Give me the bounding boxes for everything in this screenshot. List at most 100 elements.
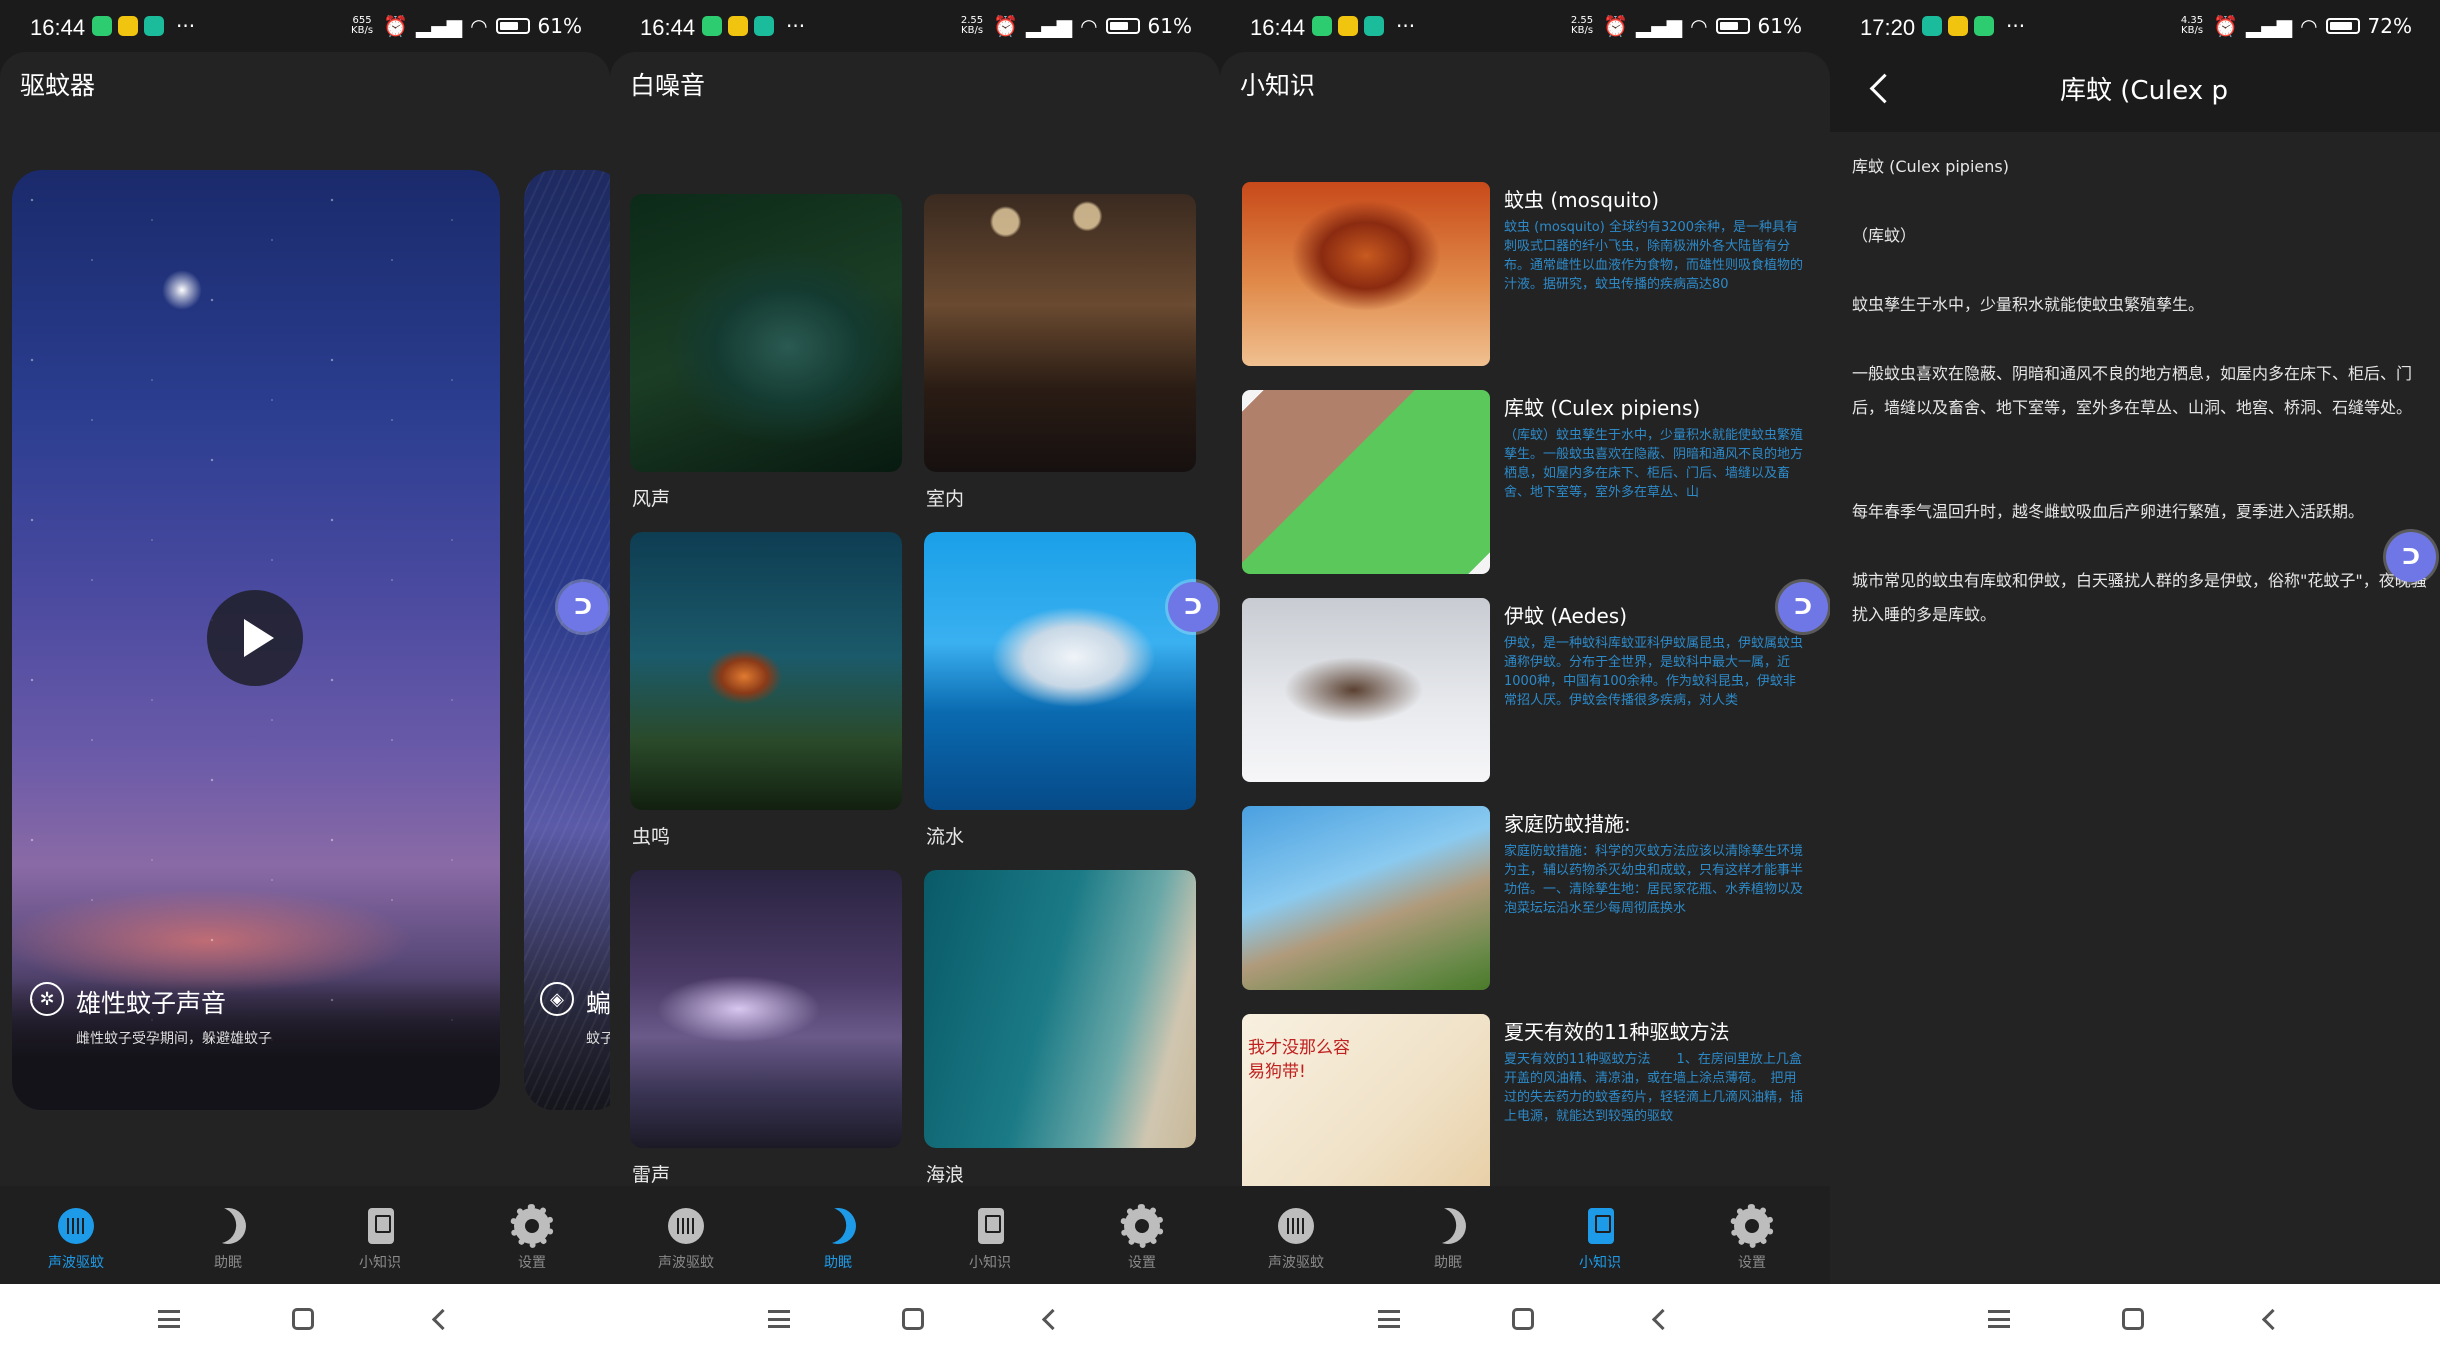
- alarm-icon: ⏰: [383, 14, 408, 38]
- recents-icon[interactable]: [1378, 1310, 1400, 1328]
- recents-icon[interactable]: [1988, 1310, 2010, 1328]
- nav-item-sonic[interactable]: 声波驱蚊: [610, 1196, 762, 1276]
- screens: 16:44 ··· 655 KB/s ⏰ ▂▄▆ ◠ 61% 驱蚊器 ✲ 雄性蚊…: [0, 0, 2440, 1356]
- status-right: 2.55 KB/s ⏰ ▂▄▆ ◠ 61%: [1569, 14, 1802, 38]
- home-icon[interactable]: [902, 1308, 924, 1330]
- sound-wave-icon: [1278, 1208, 1314, 1244]
- status-time: 16:44: [1250, 15, 1306, 40]
- home-icon[interactable]: [292, 1308, 314, 1330]
- book-icon: [368, 1208, 394, 1244]
- back-icon[interactable]: [1650, 1310, 1668, 1328]
- phone-screen-knowledge: 16:44 ··· 2.55 KB/s ⏰ ▂▄▆ ◠ 61% 小知识 蚊虫 (…: [1220, 0, 1830, 1356]
- gear-icon: [510, 1204, 554, 1248]
- nav-item-sleep[interactable]: 助眠: [1372, 1196, 1524, 1276]
- signal-icon: ▂▄▆: [415, 14, 463, 38]
- tile-label: 海浪: [926, 1164, 965, 1186]
- book-icon: [1588, 1208, 1614, 1244]
- nav-item-settings[interactable]: 设置: [1066, 1196, 1218, 1276]
- floating-assistant-button[interactable]: ᑐ: [1778, 582, 1828, 632]
- floating-assistant-button[interactable]: ᑐ: [2386, 532, 2436, 582]
- nav-item-settings[interactable]: 设置: [1676, 1196, 1828, 1276]
- status-time: 17:20: [1860, 15, 1916, 40]
- nav-label: 小知识: [1579, 1255, 1621, 1271]
- noise-tile-waves[interactable]: [924, 870, 1196, 1148]
- battery-icon: [1105, 18, 1140, 34]
- nav-item-settings[interactable]: 设置: [456, 1196, 608, 1276]
- article-title: 库蚊 (Culex pipiens): [1504, 396, 1701, 420]
- back-button[interactable]: [1864, 68, 1894, 108]
- network-speed: 4.35 KB/s: [2180, 15, 2204, 36]
- nav-item-sleep[interactable]: 助眠: [152, 1196, 304, 1276]
- battery-percent: 61%: [1147, 14, 1192, 38]
- article-paragraph: 一般蚊虫喜欢在隐蔽、阴暗和通风不良的地方栖息，如屋内多在床下、柜后、门后，墙缝以…: [1852, 364, 2413, 417]
- nav-item-sleep[interactable]: 助眠: [762, 1196, 914, 1276]
- recents-icon[interactable]: [158, 1310, 180, 1328]
- bottom-nav: 声波驱蚊 助眠 小知识 设置: [0, 1186, 610, 1284]
- nav-item-sonic[interactable]: 声波驱蚊: [0, 1196, 152, 1276]
- status-right: 655 KB/s ⏰ ▂▄▆ ◠ 61%: [349, 14, 582, 38]
- app-notification-icon: [754, 16, 774, 36]
- noise-tile-insects[interactable]: [630, 532, 902, 810]
- play-button[interactable]: [207, 590, 303, 686]
- nav-label: 设置: [1128, 1255, 1156, 1271]
- noise-tile-indoor[interactable]: [924, 194, 1196, 472]
- article-image-caption: 我才没那么容易狗带!: [1248, 1038, 1350, 1082]
- tile-image: [924, 194, 1196, 472]
- article-title: 夏天有效的11种驱蚊方法: [1504, 1020, 1730, 1044]
- home-icon[interactable]: [2122, 1308, 2144, 1330]
- battery-percent: 72%: [2367, 14, 2412, 38]
- signal-icon: ▂▄▆: [1635, 14, 1683, 38]
- moon-icon: [205, 1203, 251, 1249]
- article-summary: 家庭防蚊措施：科学的灭蚊方法应该以清除孳生环境为主，辅以药物杀灭幼虫和成蚊，只有…: [1504, 844, 1804, 916]
- book-icon: [978, 1208, 1004, 1244]
- bottom-nav: 声波驱蚊 助眠 小知识 设置: [1220, 1186, 1830, 1284]
- status-right: 4.35 KB/s ⏰ ▂▄▆ ◠ 72%: [2179, 14, 2412, 38]
- nav-item-knowledge[interactable]: 小知识: [914, 1196, 1066, 1276]
- wifi-icon: ◠: [2300, 14, 2318, 38]
- page-title: 白噪音: [630, 71, 706, 100]
- back-icon[interactable]: [1040, 1310, 1058, 1328]
- nav-item-sonic[interactable]: 声波驱蚊: [1220, 1196, 1372, 1276]
- status-notification-icons: ···: [92, 16, 195, 36]
- status-time: 16:44: [640, 15, 696, 40]
- sound-card-male-mosquito[interactable]: ✲ 雄性蚊子声音 雌性蚊子受孕期间，躲避雄蚊子: [12, 170, 500, 1110]
- back-icon[interactable]: [2260, 1310, 2278, 1328]
- floating-assistant-button[interactable]: ᑐ: [558, 582, 608, 632]
- status-bar: 16:44 ··· 655 KB/s ⏰ ▂▄▆ ◠ 61%: [0, 0, 610, 56]
- wifi-icon: ◠: [470, 14, 488, 38]
- system-nav-bar: [610, 1284, 1220, 1356]
- home-icon[interactable]: [1512, 1308, 1534, 1330]
- recents-icon[interactable]: [768, 1310, 790, 1328]
- battery-icon: [2325, 18, 2360, 34]
- nav-label: 助眠: [1434, 1255, 1462, 1271]
- noise-tile-thunder[interactable]: [630, 870, 902, 1148]
- gear-icon: [1730, 1204, 1774, 1248]
- bat-icon: ◈: [540, 982, 574, 1016]
- nav-label: 声波驱蚊: [1268, 1255, 1324, 1271]
- wechat-icon: [1974, 16, 1994, 36]
- sound-card-next[interactable]: ◈ 蝙 蚊子: [524, 170, 610, 1110]
- back-icon[interactable]: [430, 1310, 448, 1328]
- network-speed: 2.55 KB/s: [1570, 15, 1594, 36]
- article-summary: （库蚊）蚊虫孳生于水中，少量积水就能使蚊虫繁殖孳生。一般蚊虫喜欢在隐蔽、阴暗和通…: [1504, 428, 1804, 500]
- more-notifications-icon: ···: [786, 14, 806, 38]
- noise-tile-water[interactable]: [924, 532, 1196, 810]
- nav-item-knowledge[interactable]: 小知识: [304, 1196, 456, 1276]
- nav-label: 助眠: [214, 1255, 242, 1271]
- article-paragraph: 城市常见的蚊虫有库蚊和伊蚊，白天骚扰人群的多是伊蚊，俗称"花蚊子"，夜晚骚扰入睡…: [1852, 571, 2427, 624]
- gear-icon: [1120, 1204, 1164, 1248]
- moon-icon: [815, 1203, 861, 1249]
- noise-tile-wind[interactable]: [630, 194, 902, 472]
- system-nav-bar: [1830, 1284, 2440, 1356]
- floating-assistant-button[interactable]: ᑐ: [1168, 582, 1218, 632]
- nav-item-knowledge[interactable]: 小知识: [1524, 1196, 1676, 1276]
- more-notifications-icon: ···: [1396, 14, 1416, 38]
- phone-screen-sonic-repeller: 16:44 ··· 655 KB/s ⏰ ▂▄▆ ◠ 61% 驱蚊器 ✲ 雄性蚊…: [0, 0, 610, 1356]
- bottom-nav: 声波驱蚊 助眠 小知识 设置: [610, 1186, 1220, 1284]
- tile-label: 虫鸣: [632, 826, 671, 848]
- page-title: 驱蚊器: [20, 71, 96, 100]
- app-notification-icon: [1364, 16, 1384, 36]
- wifi-icon: ◠: [1690, 14, 1708, 38]
- system-nav-bar: [1220, 1284, 1830, 1356]
- status-notification-icons: ···: [1922, 16, 2025, 36]
